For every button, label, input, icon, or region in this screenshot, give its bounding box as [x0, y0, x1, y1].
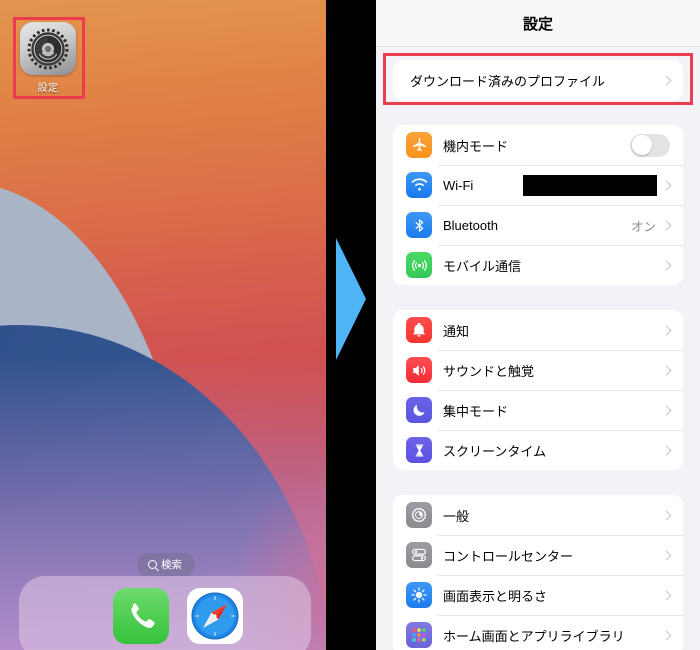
iphone-home-screen: 設定 検索 [0, 0, 326, 650]
bluetooth-icon [406, 212, 432, 238]
settings-row-focus[interactable]: 集中モード [393, 390, 683, 430]
settings-app-icon-button[interactable]: 設定 [17, 22, 79, 94]
settings-row-airplane-mode[interactable]: 機内モード [393, 125, 683, 165]
gear-icon [406, 502, 432, 528]
settings-row-wifi[interactable]: Wi-Fi [393, 165, 683, 205]
sliders-icon [406, 542, 432, 568]
home-dock [19, 576, 311, 650]
chevron-right-icon [661, 630, 672, 640]
screenshot-root: 設定 検索 設定 ダウンロード済みのプロファイル 機内モード Wi-Fi Blu… [0, 0, 700, 650]
settings-row-label: Bluetooth [443, 217, 498, 233]
airplane-mode-toggle[interactable] [630, 133, 670, 157]
settings-nav-bar: 設定 [376, 0, 700, 47]
settings-row-cellular[interactable]: モバイル通信 [393, 245, 683, 285]
chevron-right-icon [661, 445, 672, 455]
settings-group-profile: ダウンロード済みのプロファイル [393, 60, 683, 100]
wifi-icon [406, 172, 432, 198]
brightness-icon [406, 582, 432, 608]
chevron-right-icon [661, 510, 672, 520]
chevron-right-icon [661, 180, 672, 190]
settings-row-label: ダウンロード済みのプロファイル [410, 73, 606, 89]
settings-group-general: 一般 コントロールセンター 画面表示と明るさ ホーム画面とアプリライブラリ [393, 495, 683, 650]
settings-row-label: 画面表示と明るさ [443, 588, 548, 604]
settings-row-label: コントロールセンター [443, 548, 574, 564]
settings-row-label: 機内モード [443, 138, 509, 154]
settings-row-label: 通知 [443, 323, 470, 339]
settings-row-home-screen-app-library[interactable]: ホーム画面とアプリライブラリ [393, 615, 683, 650]
chevron-right-icon [661, 260, 672, 270]
cellular-icon [406, 252, 432, 278]
settings-group-connectivity: 機内モード Wi-Fi Bluetooth オン モバイル通信 [393, 125, 683, 285]
settings-row-bluetooth[interactable]: Bluetooth オン [393, 205, 683, 245]
toggle-knob [631, 135, 652, 155]
settings-row-label: サウンドと触覚 [443, 363, 535, 379]
hourglass-icon [406, 437, 432, 463]
settings-screen: 設定 ダウンロード済みのプロファイル 機内モード Wi-Fi Bluetooth… [376, 0, 700, 650]
settings-row-label: Wi-Fi [443, 177, 474, 193]
settings-row-label: モバイル通信 [443, 258, 522, 274]
settings-row-label: 一般 [443, 508, 470, 524]
bell-icon [406, 317, 432, 343]
home-search-label: 検索 [161, 559, 182, 571]
settings-row-screen-time[interactable]: スクリーンタイム [393, 430, 683, 470]
settings-row-label: ホーム画面とアプリライブラリ [443, 628, 625, 644]
chevron-right-icon [661, 325, 672, 335]
chevron-right-icon [661, 590, 672, 600]
chevron-right-icon [661, 365, 672, 375]
compass-icon[interactable] [187, 588, 243, 644]
page-title: 設定 [522, 15, 553, 33]
flow-arrow-icon [336, 238, 366, 360]
settings-row-general[interactable]: 一般 [393, 495, 683, 535]
redacted-wifi-network-name [523, 174, 657, 196]
moon-icon [406, 397, 432, 423]
phone-icon[interactable] [113, 588, 169, 644]
chevron-right-icon [661, 220, 672, 230]
settings-row-control-center[interactable]: コントロールセンター [393, 535, 683, 575]
chevron-right-icon [661, 75, 672, 85]
airplane-icon [406, 132, 432, 158]
settings-row-notifications[interactable]: 通知 [393, 310, 683, 350]
settings-group-alerts: 通知 サウンドと触覚 集中モード スクリーンタイム [393, 310, 683, 470]
settings-row-label: 集中モード [443, 403, 509, 419]
chevron-right-icon [661, 405, 672, 415]
home-search-button[interactable]: 検索 [137, 553, 195, 577]
app-library-icon [406, 622, 432, 648]
bluetooth-status-value: オン [630, 219, 656, 234]
settings-row-sounds-haptics[interactable]: サウンドと触覚 [393, 350, 683, 390]
settings-app-label: 設定 [37, 83, 59, 94]
settings-row-display-brightness[interactable]: 画面表示と明るさ [393, 575, 683, 615]
settings-row-label: スクリーンタイム [443, 443, 547, 459]
gear-icon [20, 22, 76, 75]
settings-row-downloaded-profile[interactable]: ダウンロード済みのプロファイル [393, 60, 683, 100]
speaker-icon [406, 357, 432, 383]
chevron-right-icon [661, 550, 672, 560]
search-icon [148, 560, 157, 569]
